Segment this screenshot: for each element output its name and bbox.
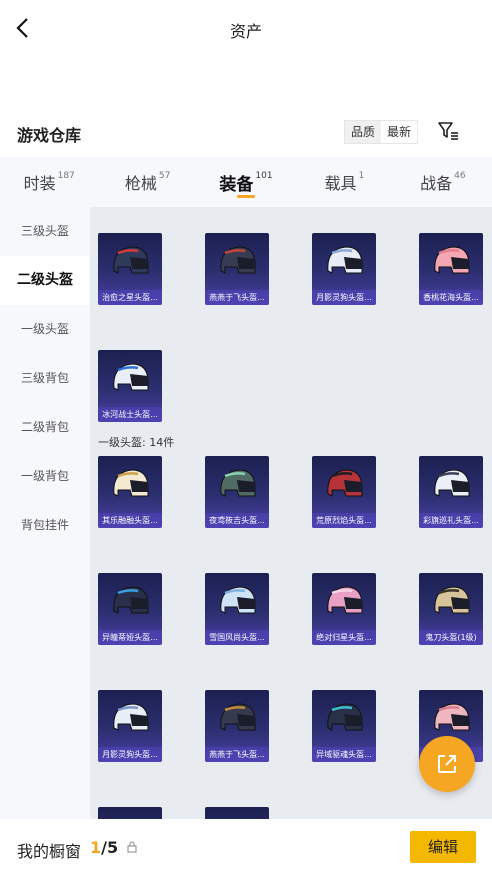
sidebar: 三级头盔 二级头盔 一级头盔 三级背包 二级背包 一级背包 背包挂件 [0, 207, 90, 819]
item-name: 月影灵狗头盔... [98, 747, 162, 762]
item-card[interactable]: 荒原烈焰头盔... [312, 456, 376, 528]
sidebar-item-level2-backpack[interactable]: 二级背包 [0, 403, 90, 452]
helmet-icon [327, 703, 363, 731]
helmet-icon [434, 246, 470, 274]
page-title: 资产 [229, 22, 262, 41]
warehouse-title: 游戏仓库 [17, 126, 82, 145]
item-name: 异瞳蒂娅头盔... [98, 630, 162, 645]
sidebar-item-level1-backpack[interactable]: 一级背包 [0, 452, 90, 501]
item-name: 燕燕于飞头盔... [205, 747, 269, 762]
item-name: 燕燕于飞头盔... [205, 290, 269, 305]
active-tab-indicator [237, 195, 256, 198]
item-card[interactable]: 治愈之星头盔... [98, 233, 162, 305]
tab-label: 载具 [324, 174, 357, 193]
external-link-icon [438, 755, 456, 773]
tab-label: 枪械 [124, 174, 157, 193]
tab-count: 57 [158, 171, 171, 181]
item-card[interactable]: 鬼刀头盔(1级) [419, 573, 483, 645]
lock-icon [127, 841, 137, 853]
tab-count: 101 [255, 171, 273, 181]
item-card[interactable]: 夜鸢筱吉头盔... [205, 456, 269, 528]
tab-guns[interactable]: 枪械 57 [98, 157, 196, 207]
helmet-icon [220, 469, 256, 497]
filter-button[interactable] [436, 119, 460, 143]
tab-combat-supplies[interactable]: 战备 46 [394, 157, 492, 207]
item-card[interactable]: 彩旗巡礼头盔... [419, 456, 483, 528]
helmet-icon [113, 363, 149, 391]
item-card[interactable]: 冰河战士头盔... [98, 350, 162, 422]
helmet-icon [434, 469, 470, 497]
tab-count: 46 [454, 171, 466, 181]
item-card-partial[interactable] [205, 807, 269, 819]
helmet-icon [220, 703, 256, 731]
tab-fashion[interactable]: 时装 187 [0, 157, 98, 207]
helmet-icon [220, 586, 256, 614]
showcase-current: 1 [90, 838, 102, 857]
tab-count: 187 [57, 171, 75, 181]
helmet-icon [220, 246, 256, 274]
helmet-icon [113, 703, 149, 731]
item-name: 鬼刀头盔(1级) [419, 630, 483, 645]
item-name: 异域驱魂头盔... [312, 747, 376, 762]
showcase-count: 1/5 [90, 838, 118, 857]
top-header: 资产 [0, 0, 492, 60]
showcase-label: 我的橱窗 [17, 842, 82, 861]
item-card[interactable]: 月影灵狗头盔... [312, 233, 376, 305]
tab-label: 时装 [23, 174, 56, 193]
helmet-icon [113, 586, 149, 614]
filter-icon [438, 122, 458, 140]
edit-button[interactable]: 编辑 [410, 831, 476, 863]
item-card[interactable]: 燕燕于飞头盔... [205, 690, 269, 762]
item-grid: 治愈之星头盔... 燕燕于飞头盔... 月影灵狗头盔... 香桃花海头盔... 冰河战士… [90, 207, 492, 819]
item-name: 治愈之星头盔... [98, 290, 162, 305]
sidebar-item-level3-backpack[interactable]: 三级背包 [0, 354, 90, 403]
item-name: 荒原烈焰头盔... [312, 513, 376, 528]
sidebar-item-level3-helmet[interactable]: 三级头盔 [0, 207, 90, 256]
item-name: 月影灵狗头盔... [312, 290, 376, 305]
item-card[interactable]: 雪国风尚头盔... [205, 573, 269, 645]
helmet-icon [327, 586, 363, 614]
item-name: 彩旗巡礼头盔... [419, 513, 483, 528]
sidebar-item-level1-helmet[interactable]: 一级头盔 [0, 305, 90, 354]
tab-count: 1 [358, 171, 365, 181]
bottom-bar: 我的橱窗 1/5 编辑 [0, 819, 492, 876]
category-tabs: 时装 187 枪械 57 装备 101 载具 1 战备 46 [0, 157, 492, 207]
sort-option-latest[interactable]: 最新 [381, 121, 418, 143]
item-card[interactable]: 异瞳蒂娅头盔... [98, 573, 162, 645]
helmet-icon [434, 703, 470, 731]
section-label: 一级头盔: 14件 [98, 436, 175, 449]
helmet-icon [327, 469, 363, 497]
tab-label: 装备 [219, 175, 254, 195]
sidebar-item-backpack-charm[interactable]: 背包挂件 [0, 501, 90, 550]
item-name: 夜鸢筱吉头盔... [205, 513, 269, 528]
item-card[interactable]: 月影灵狗头盔... [98, 690, 162, 762]
item-card[interactable]: 绝对归星头盔... [312, 573, 376, 645]
item-name: 绝对归星头盔... [312, 630, 376, 645]
tab-label: 战备 [420, 174, 453, 193]
tab-vehicles[interactable]: 载具 1 [295, 157, 393, 207]
helmet-icon [113, 246, 149, 274]
sidebar-item-level2-helmet[interactable]: 二级头盔 [0, 256, 90, 305]
helmet-icon [113, 469, 149, 497]
item-card-partial[interactable] [98, 807, 162, 819]
share-button[interactable] [419, 736, 475, 792]
item-card[interactable]: 香桃花海头盔... [419, 233, 483, 305]
item-name: 其乐融融头盔... [98, 513, 162, 528]
sort-option-quality[interactable]: 品质 [345, 121, 381, 143]
sort-toggle: 品质 最新 [344, 120, 419, 144]
item-card[interactable]: 燕燕于飞头盔... [205, 233, 269, 305]
item-name: 冰河战士头盔... [98, 407, 162, 422]
item-name: 雪国风尚头盔... [205, 630, 269, 645]
tab-equipment[interactable]: 装备 101 [197, 157, 295, 207]
helmet-icon [434, 586, 470, 614]
helmet-icon [327, 246, 363, 274]
item-name: 香桃花海头盔... [419, 290, 483, 305]
showcase-total: /5 [101, 838, 119, 857]
item-card[interactable]: 其乐融融头盔... [98, 456, 162, 528]
assets-page: 资产 游戏仓库 品质 最新 时装 187 枪械 57 装备 101 载具 1 战备 46 [0, 0, 492, 876]
item-card[interactable]: 异域驱魂头盔... [312, 690, 376, 762]
